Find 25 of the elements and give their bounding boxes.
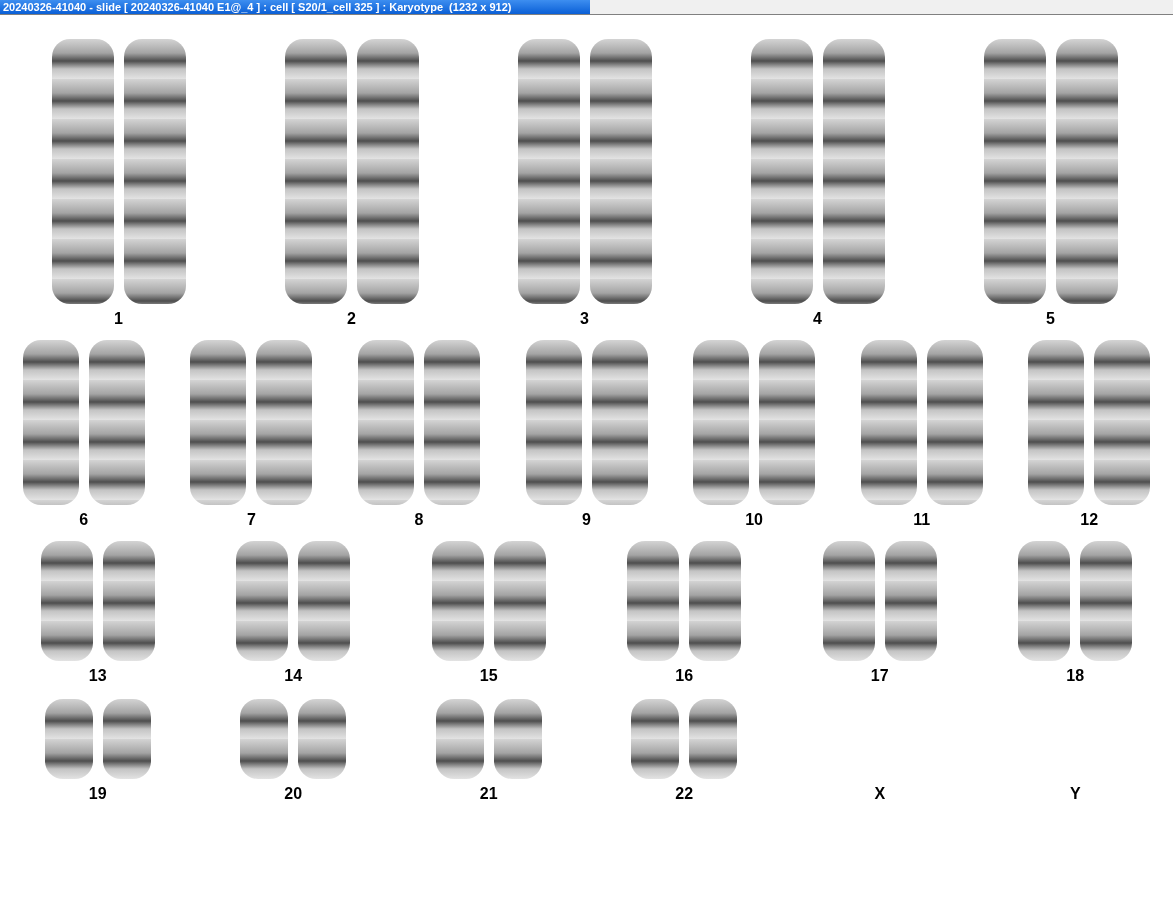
chromosome-number: 3 xyxy=(580,310,589,328)
chromosome-number: 21 xyxy=(479,785,498,803)
chromosome-number: 5 xyxy=(1046,310,1055,328)
chromosome-number: 15 xyxy=(479,667,498,685)
chromosome-number: 8 xyxy=(414,511,424,529)
chromosome-number: 22 xyxy=(675,785,694,803)
chromosome-number: Y xyxy=(1069,785,1081,803)
chromosome-number: 6 xyxy=(79,511,89,529)
chromosome-number: 11 xyxy=(913,511,931,529)
chromosome-number: 18 xyxy=(1066,667,1085,685)
chromosome-number: 17 xyxy=(870,667,889,685)
chromosome-number: 13 xyxy=(88,667,107,685)
chromosome-number: 7 xyxy=(246,511,256,529)
chromosome-number: 16 xyxy=(675,667,694,685)
chromosome-number: 1 xyxy=(114,310,123,328)
window-title: 20240326-41040 - slide [ 20240326-41040 E1@_4 ] : cell [ S20/1_cell 325 ] : Karyotype (1232 x 912) xyxy=(0,0,590,14)
chromosome-number: X xyxy=(874,785,886,803)
chromosome-number: 4 xyxy=(813,310,822,328)
chromosome-number: 20 xyxy=(284,785,303,803)
chromosome-number: 10 xyxy=(745,511,763,529)
chromosome-number: 14 xyxy=(284,667,303,685)
chromosome-number: 19 xyxy=(88,785,107,803)
chromosome-number: 12 xyxy=(1080,511,1099,529)
chromosome-number: 2 xyxy=(347,310,356,328)
chromosome-number: 9 xyxy=(582,511,591,529)
